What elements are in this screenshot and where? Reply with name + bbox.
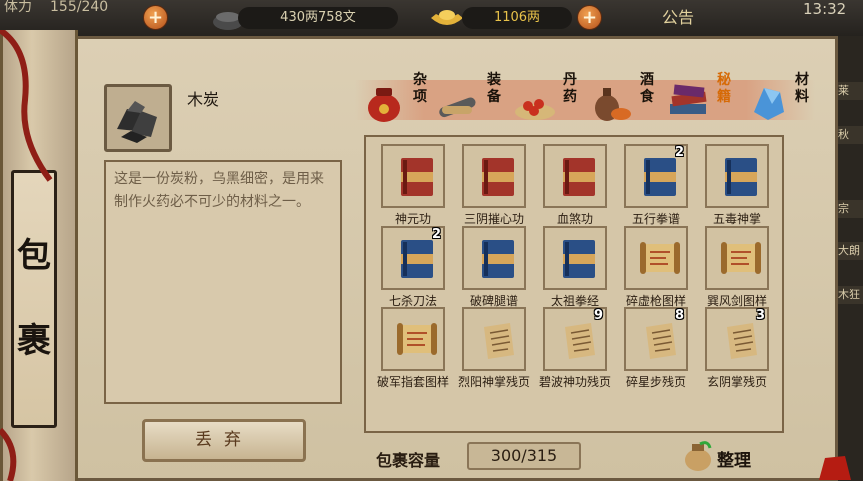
- item-name: 烈阳神掌残页: [457, 375, 530, 389]
- add-ingot-button[interactable]: +: [577, 5, 602, 30]
- item-name: 破军指套图样: [376, 375, 449, 389]
- item-slot[interactable]: 2: [381, 226, 445, 290]
- scroll-icon: [721, 242, 761, 274]
- charcoal-icon: [117, 101, 157, 143]
- red-book-icon: [482, 158, 514, 196]
- item-description: 这是一份炭粉，乌黑细密，是用来制作火药必不可少的材料之一。: [104, 160, 342, 404]
- capacity-label: 包裹容量: [376, 451, 441, 470]
- wine-food-icon: [595, 88, 631, 121]
- tab-label: 丹药: [563, 72, 577, 105]
- item-count-badge: 2: [674, 145, 684, 160]
- stamina-label: 体力: [4, 0, 32, 15]
- blue-book-icon: [563, 240, 595, 278]
- red-jar-icon: [368, 88, 400, 122]
- tab-label: 秘籍: [717, 72, 731, 105]
- blue-book-icon: [482, 240, 514, 278]
- tab-misc[interactable]: 杂项: [360, 70, 432, 126]
- scroll-title-char: 裹: [17, 321, 51, 361]
- red-book-icon: [401, 158, 433, 196]
- item-slot[interactable]: [462, 226, 526, 290]
- red-ribbon-icon: [0, 427, 17, 481]
- item-slot[interactable]: 9: [543, 307, 607, 371]
- page-icon: [484, 323, 514, 359]
- bg-label: 大朗: [838, 242, 863, 260]
- tab-pills[interactable]: 丹药: [510, 70, 582, 126]
- item-slot[interactable]: [705, 226, 769, 290]
- item-slot[interactable]: 2: [624, 144, 688, 208]
- tab-label: 材料: [795, 72, 809, 105]
- money-bag-icon[interactable]: [680, 438, 716, 474]
- item-name: 五毒神掌: [712, 212, 761, 226]
- ingot-display: 1106两: [462, 7, 572, 29]
- item-slot[interactable]: 8: [624, 307, 688, 371]
- description-text: 这是一份炭粉，乌黑细密，是用来制作火药必不可少的材料之一。: [114, 171, 324, 210]
- item-slot[interactable]: [462, 144, 526, 208]
- item-count-badge: 9: [593, 308, 603, 323]
- scroll-icon: [640, 242, 680, 274]
- item-slot[interactable]: [381, 307, 445, 371]
- item-count-badge: 3: [755, 308, 765, 323]
- discard-button[interactable]: 丢弃: [142, 419, 306, 462]
- capacity-value: 300/315: [467, 442, 581, 470]
- tab-wine-food[interactable]: 酒食: [587, 70, 659, 126]
- item-slot[interactable]: [381, 144, 445, 208]
- bg-label: 木狂: [838, 286, 863, 304]
- item-count-badge: 2: [431, 227, 441, 242]
- selected-item-name: 木炭: [187, 90, 220, 109]
- bg-label: 莱: [838, 82, 863, 100]
- item-name: 神元功: [394, 212, 431, 226]
- red-seal-icon: [819, 456, 851, 480]
- item-slot[interactable]: [462, 307, 526, 371]
- tab-label: 装备: [487, 72, 501, 105]
- blue-book-icon: [725, 158, 757, 196]
- item-slot[interactable]: [705, 144, 769, 208]
- item-slot[interactable]: [543, 144, 607, 208]
- sort-button[interactable]: 整理: [717, 446, 751, 471]
- top-status-bar: 体力 155/240 + 430两758文 1106两 + 公告 13:32: [0, 0, 863, 36]
- tab-equipment[interactable]: 装备: [434, 70, 506, 126]
- stamina-value: 155/240: [50, 0, 109, 15]
- item-name: 五行拳谱: [631, 212, 680, 226]
- gold-ingot-icon: [428, 4, 466, 36]
- manual-books-icon: [670, 84, 707, 114]
- item-name: 血煞功: [556, 212, 593, 226]
- selected-item-slot: [104, 84, 172, 152]
- scroll-icon: [397, 323, 437, 355]
- scroll-bundle-icon: [439, 97, 476, 118]
- item-count-badge: 8: [674, 308, 684, 323]
- blue-crystal-icon: [754, 88, 784, 120]
- bg-label: 宗: [838, 200, 863, 218]
- item-name: 碎星步残页: [625, 375, 686, 389]
- tab-materials[interactable]: 材料: [742, 70, 814, 126]
- item-name: 玄阴掌残页: [706, 375, 767, 389]
- add-stamina-button[interactable]: +: [143, 5, 168, 30]
- item-name: 三阴摧心功: [463, 212, 524, 226]
- scroll-title-char: 包: [17, 236, 51, 276]
- notice-button[interactable]: 公告: [662, 7, 694, 29]
- red-book-icon: [563, 158, 595, 196]
- red-ribbon-icon: [0, 30, 53, 182]
- money-display: 430两758文: [238, 7, 398, 29]
- item-slot[interactable]: [624, 226, 688, 290]
- item-name: 碧波神功残页: [538, 375, 611, 389]
- item-slot[interactable]: 3: [705, 307, 769, 371]
- clock: 13:32: [803, 0, 847, 18]
- scroll-title-plaque: 包 裹: [11, 170, 57, 428]
- item-slot[interactable]: [543, 226, 607, 290]
- tab-label: 酒食: [640, 72, 654, 105]
- tab-manuals[interactable]: 秘籍: [664, 70, 736, 126]
- pills-plate-icon: [515, 99, 555, 120]
- bg-label: 秋: [838, 126, 863, 144]
- tab-label: 杂项: [413, 72, 427, 105]
